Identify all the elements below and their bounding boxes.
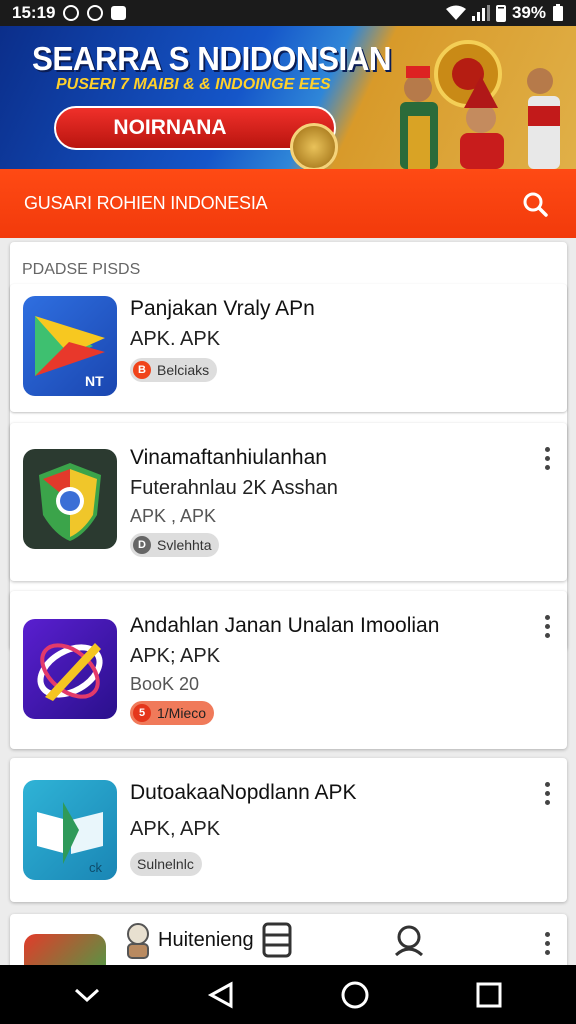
badge-label: Belciaks xyxy=(157,362,210,378)
nav-home-button[interactable] xyxy=(335,975,375,1015)
app-notification-icon xyxy=(111,6,127,20)
badge-label: Sulnelnlc xyxy=(137,856,194,872)
search-button[interactable] xyxy=(518,187,552,221)
nav-hide-keyboard-button[interactable] xyxy=(67,975,107,1015)
app-developer: Futerahnlau 2K Asshan xyxy=(130,477,338,499)
list-item[interactable]: Vinamaftanhiulanhan Futerahnlau 2K Assha… xyxy=(10,423,567,581)
status-bar: 15:19 39% xyxy=(0,0,576,26)
account-tab-icon[interactable] xyxy=(392,923,426,957)
app-type: APK , APK xyxy=(130,506,217,526)
app-size: BooK 20 xyxy=(130,674,200,694)
app-name: Andahlan Janan Unalan Imoolian xyxy=(130,614,440,637)
svg-text:NT: NT xyxy=(85,373,104,389)
signal-icon xyxy=(471,5,490,21)
svg-text:ck: ck xyxy=(89,860,103,875)
status-badge: Sulnelnlc xyxy=(130,852,202,876)
more-options-button[interactable] xyxy=(535,443,559,473)
app-name: Panjakan Vraly APn xyxy=(130,297,315,320)
promo-banner[interactable]: SEARRA S NDIDONSIAN PUSERI 7 MAIBI & & I… xyxy=(0,26,576,169)
mascot-avatar-icon xyxy=(127,923,149,959)
app-icon-partial xyxy=(24,934,106,965)
app-name: Vinamaftanhiulanhan xyxy=(130,446,327,469)
more-options-button[interactable] xyxy=(535,611,559,641)
battery-icon xyxy=(495,4,506,22)
bottom-tab-bar: Huitenieng xyxy=(120,914,450,965)
app-header: GUSARI ROHIEN INDONESIA xyxy=(0,169,576,238)
play-store-icon: NT xyxy=(23,296,117,396)
badge-label: Svlehhta xyxy=(157,537,212,553)
nav-back-button[interactable] xyxy=(201,975,241,1015)
charging-battery-icon xyxy=(553,4,563,21)
battery-level: 39% xyxy=(511,3,546,22)
app-type: APK, APK xyxy=(130,818,221,840)
badge-dot-icon: D xyxy=(133,536,151,554)
badge-label: 1/Mieco xyxy=(157,705,207,721)
status-time: 15:19 xyxy=(12,3,56,22)
list-item[interactable]: NT Panjakan Vraly APn APK. APK B Belciak… xyxy=(10,284,567,412)
list-item[interactable]: Andahlan Janan Unalan Imoolian APK; APK … xyxy=(10,591,567,749)
teal-play-icon: ck xyxy=(23,780,117,880)
chevron-down-icon xyxy=(74,988,100,1002)
tab-label: Huitenieng xyxy=(158,928,254,951)
chrome-shield-icon xyxy=(23,449,117,549)
section-label: PDADSE PISDS xyxy=(22,261,141,278)
cultural-figures-illustration xyxy=(400,40,560,169)
back-icon xyxy=(207,980,233,1009)
app-type: APK; APK xyxy=(130,645,221,667)
banner-subtitle: PUSERI 7 MAIBI & & INDOINGE EES xyxy=(56,76,331,93)
more-options-button[interactable] xyxy=(535,778,559,808)
recents-icon xyxy=(476,982,502,1007)
list-item[interactable]: ck DutoakaaNopdlann APK APK, APK Sulneln… xyxy=(10,758,567,902)
status-badge: D Svlehhta xyxy=(130,533,220,557)
app-screen: 15:19 39% SEARRA S NDIDONSIAN PUSERI 7 M… xyxy=(0,0,576,1024)
header-title: GUSARI ROHIEN INDONESIA xyxy=(24,193,268,213)
nav-recents-button[interactable] xyxy=(469,975,509,1015)
search-icon xyxy=(523,192,548,217)
badge-dot-icon: B xyxy=(133,361,151,379)
wifi-icon xyxy=(445,5,466,20)
blocked-icon xyxy=(87,5,104,21)
list-tab-icon[interactable] xyxy=(262,922,292,958)
status-badge: 5 1/Mieco xyxy=(130,701,215,725)
app-type: APK. APK xyxy=(130,328,221,350)
system-nav-bar xyxy=(0,965,576,1024)
badge-dot-icon: 5 xyxy=(133,704,151,722)
more-options-button[interactable] xyxy=(535,928,559,958)
app-list: PDADSE PISDS NT Panjakan Vraly APn APK. … xyxy=(0,238,576,965)
notification-icon xyxy=(63,5,80,21)
app-name: DutoakaaNopdlann APK xyxy=(130,781,357,804)
status-badge: B Belciaks xyxy=(130,358,218,382)
tab-profile[interactable]: Huitenieng xyxy=(120,920,254,960)
garuda-seal-icon xyxy=(290,123,338,169)
banner-title: SEARRA S NDIDONSIAN xyxy=(32,40,392,77)
home-icon xyxy=(341,981,369,1008)
orbit-pen-icon xyxy=(23,619,117,719)
